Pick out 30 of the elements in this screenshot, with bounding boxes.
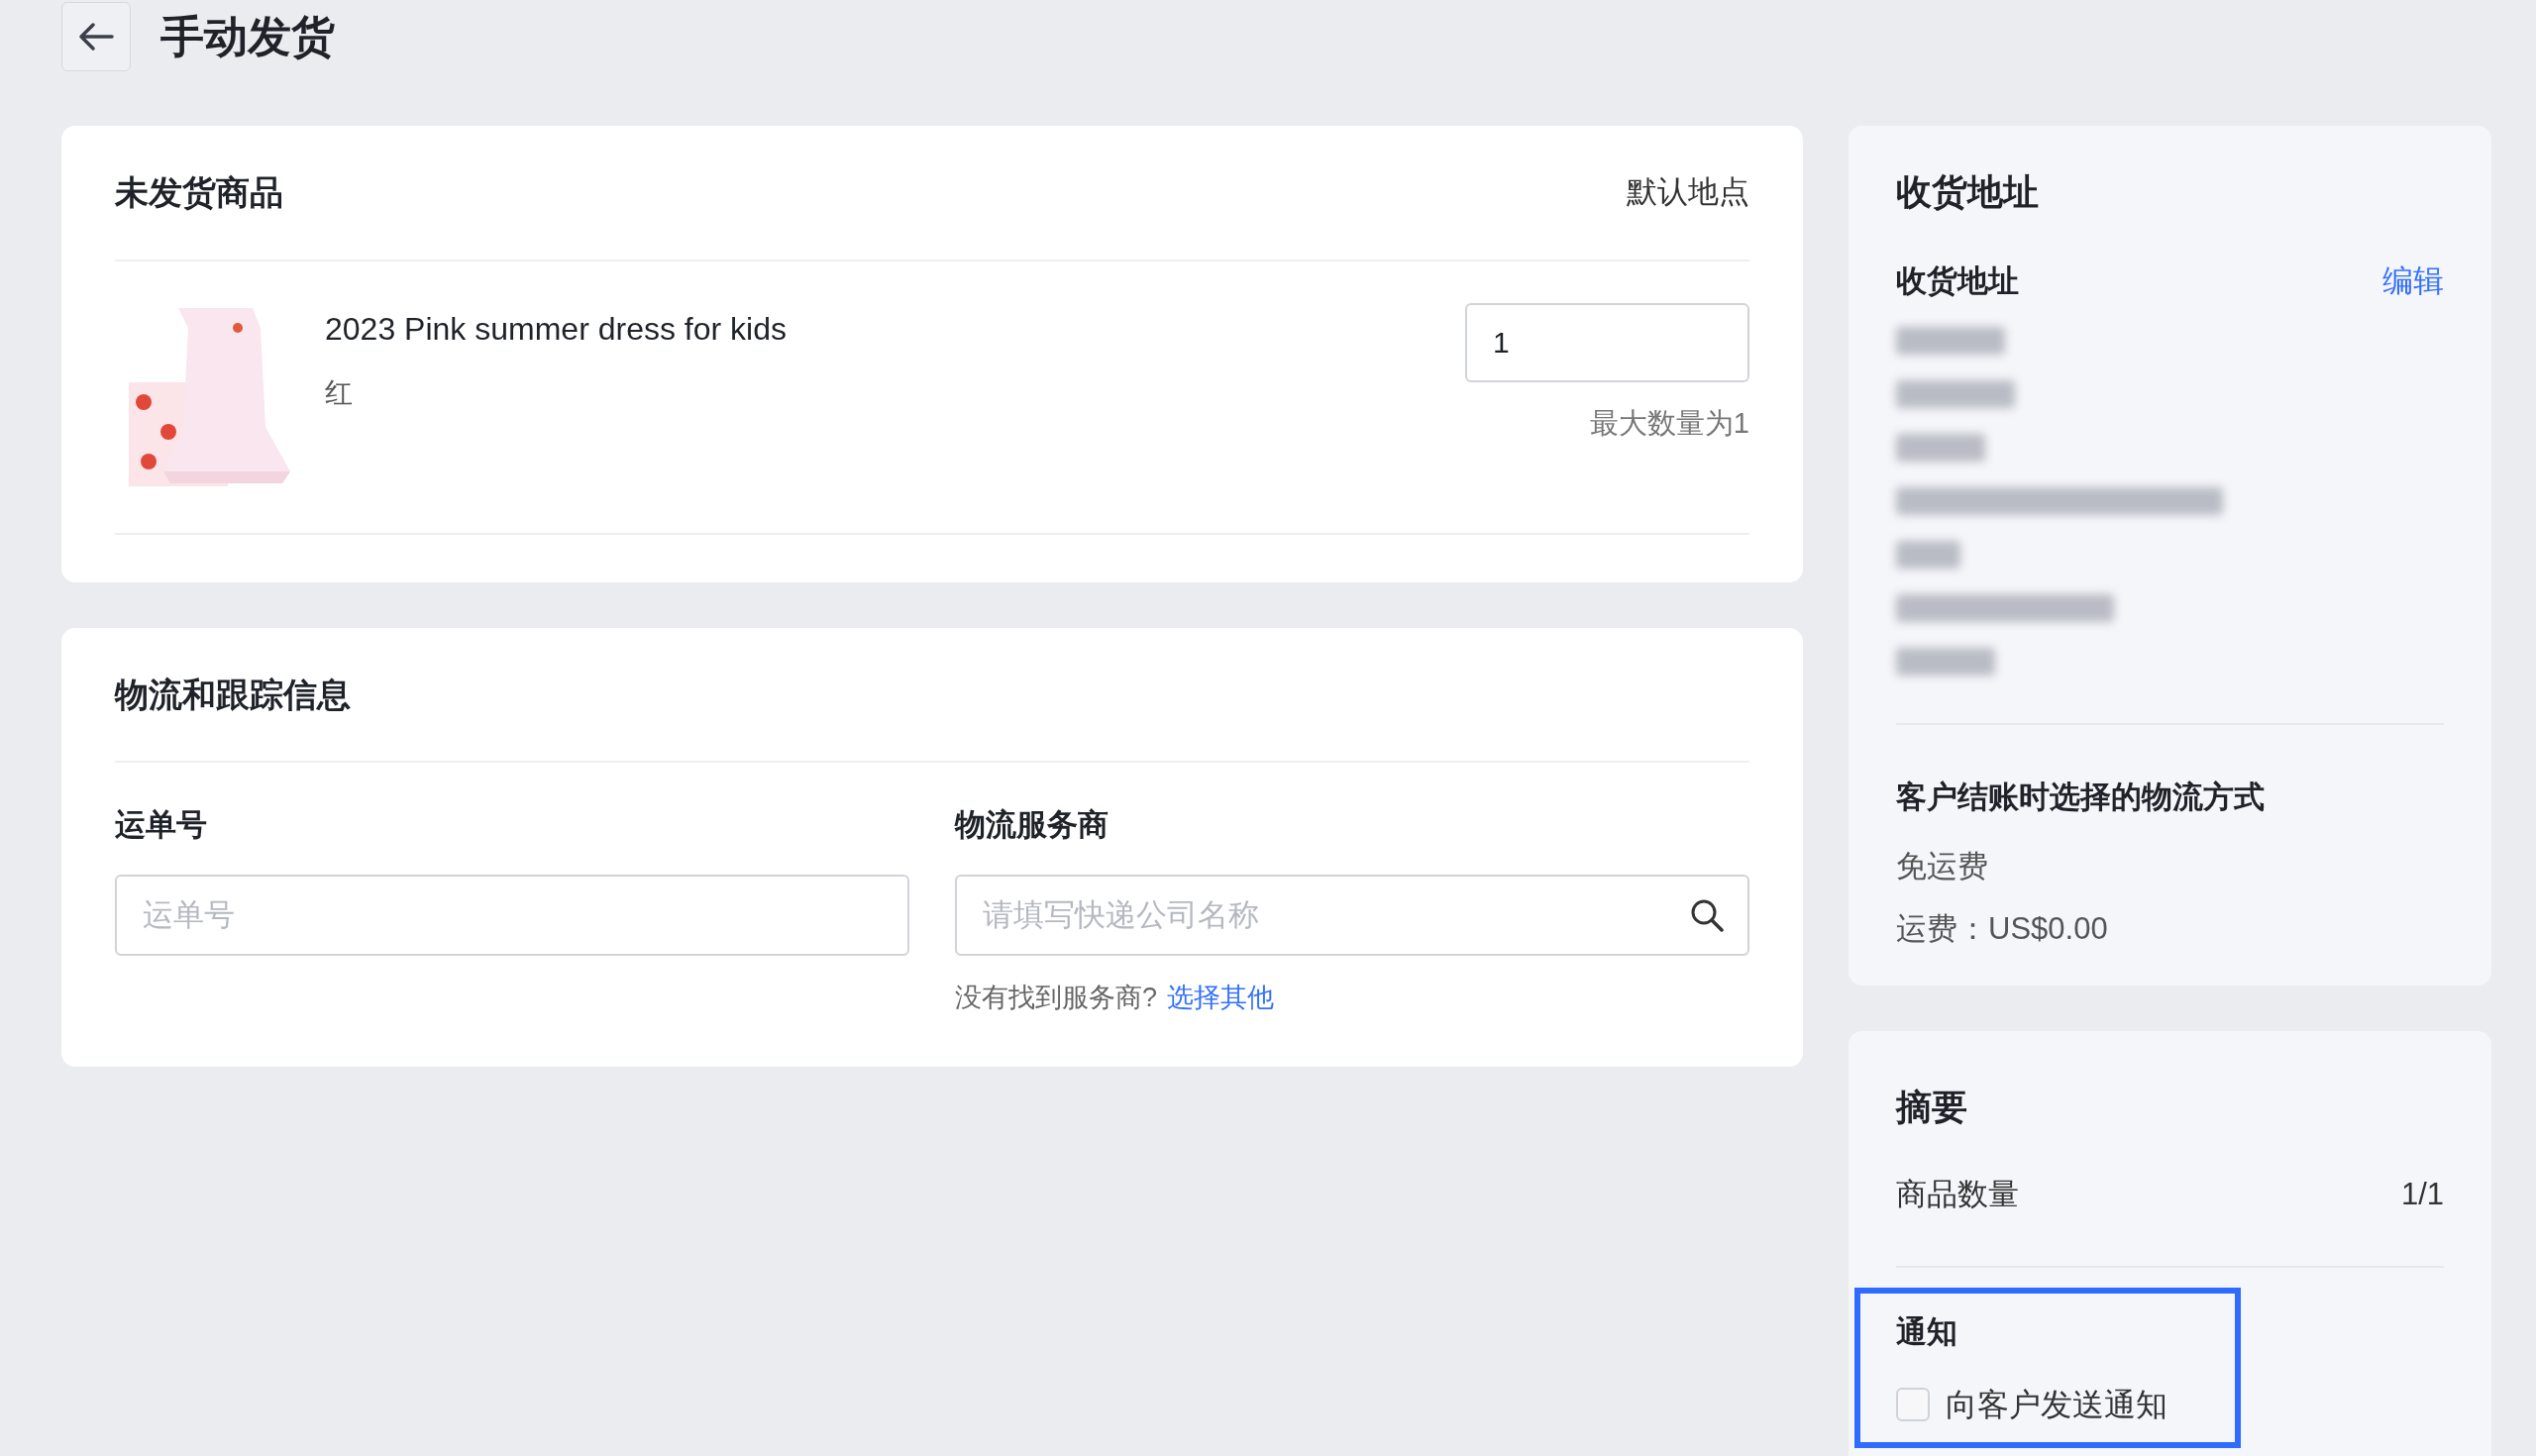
variant-label: 红: [325, 376, 354, 410]
card-title: 物流和跟踪信息: [115, 674, 351, 715]
edit-link[interactable]: 编辑: [2382, 259, 2444, 305]
card-title: 摘要: [1896, 1086, 1968, 1129]
location-label: 默认地点: [1627, 173, 1749, 212]
field-label: 运单号: [115, 806, 208, 844]
section-title: 通知: [1896, 1312, 1958, 1351]
blurred-text: [1896, 540, 1960, 569]
card-title: 收货地址: [1896, 170, 2040, 214]
back-arrow-icon: [78, 22, 114, 52]
shipping-fee: 运费：US$0.00: [1896, 909, 2109, 948]
quantity-hint: 最大数量为1: [1589, 406, 1749, 441]
page-title: 手动发货: [160, 11, 335, 62]
shipping-method: 免运费: [1896, 848, 1989, 885]
address-heading: 收货地址: [1896, 262, 2019, 300]
field-label: 物流服务商: [955, 806, 1110, 844]
summary-label: 商品数量: [1896, 1176, 2019, 1213]
hint-text: 没有找到服务商?: [955, 981, 1158, 1014]
quantity-input[interactable]: 1: [1465, 303, 1749, 382]
checkbox-label: 向客户发送通知: [1946, 1386, 2167, 1424]
product-name: 2023 Pink summer dress for kids: [325, 310, 788, 349]
section-title: 客户结账时选择的物流方式: [1896, 778, 2266, 816]
choose-other-link[interactable]: 选择其他: [1167, 977, 1275, 1017]
card-title: 未发货商品: [115, 172, 283, 213]
summary-value: 1/1: [2400, 1176, 2444, 1213]
input-field[interactable]: 运单号: [115, 874, 909, 956]
search-field[interactable]: 请填写快递公司名称: [955, 874, 1749, 956]
search-icon: [1690, 897, 1724, 932]
checkbox[interactable]: [1896, 1388, 1930, 1421]
back-button[interactable]: [61, 2, 131, 71]
